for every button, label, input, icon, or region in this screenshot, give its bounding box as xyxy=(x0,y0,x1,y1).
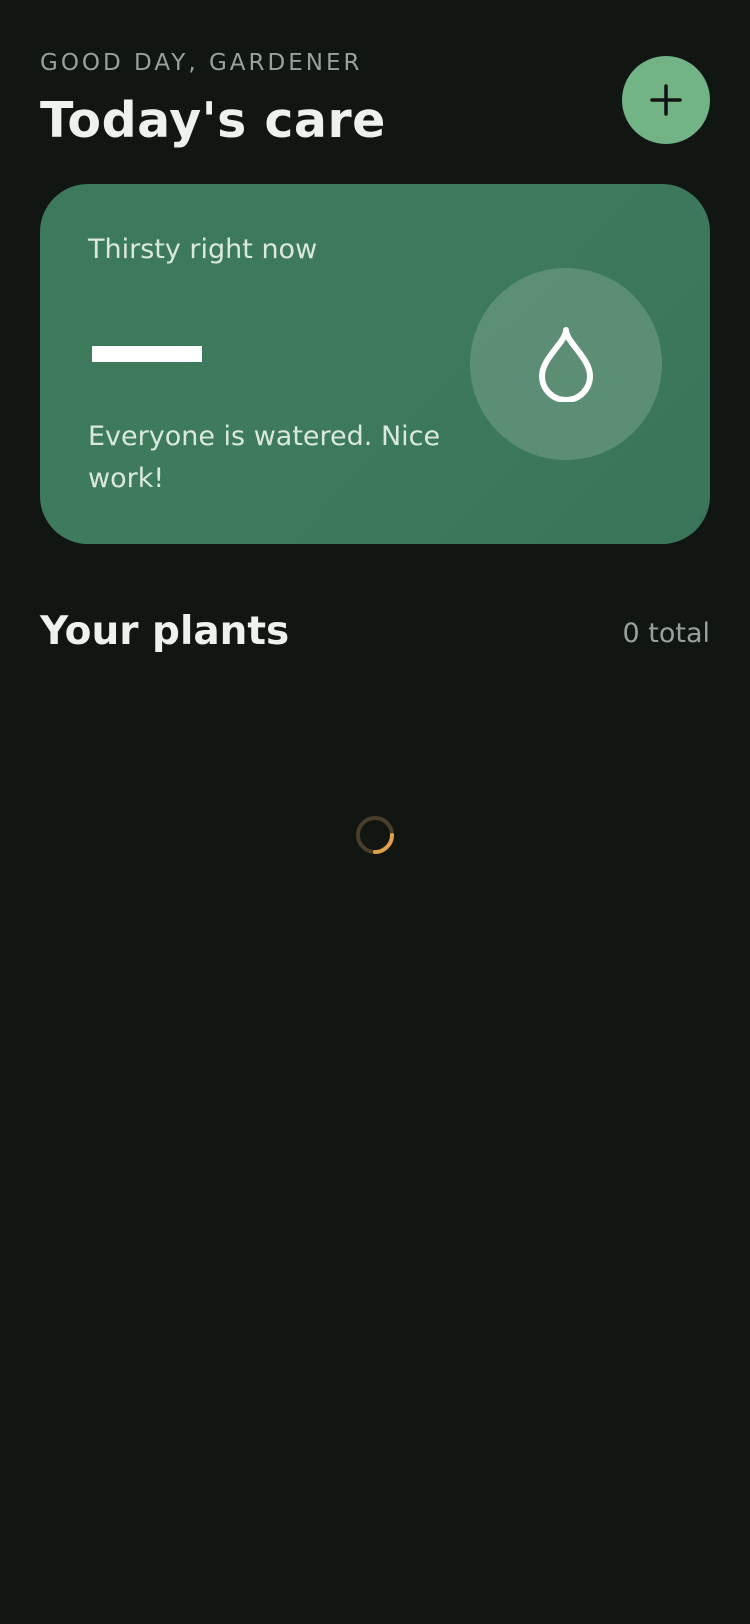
screen: GOOD DAY, GARDENER Today's care Thirsty … xyxy=(0,0,750,1624)
water-drop-icon xyxy=(539,327,593,402)
plants-section-title: Your plants xyxy=(40,609,290,654)
plus-icon xyxy=(650,84,682,116)
greeting-text: GOOD DAY, GARDENER xyxy=(40,50,363,76)
page-title: Today's care xyxy=(40,92,386,149)
loading-spinner-icon xyxy=(356,816,394,854)
thirsty-message: Everyone is watered. Nice work! xyxy=(88,421,441,494)
water-drop-badge xyxy=(470,268,662,460)
thirsty-label: Thirsty right now xyxy=(88,234,318,265)
thirsty-count-placeholder xyxy=(92,346,202,362)
add-plant-button[interactable] xyxy=(622,56,710,144)
plants-total-count: 0 total xyxy=(622,618,711,649)
thirsty-card[interactable]: Thirsty right now Everyone is watered. N… xyxy=(40,184,710,544)
